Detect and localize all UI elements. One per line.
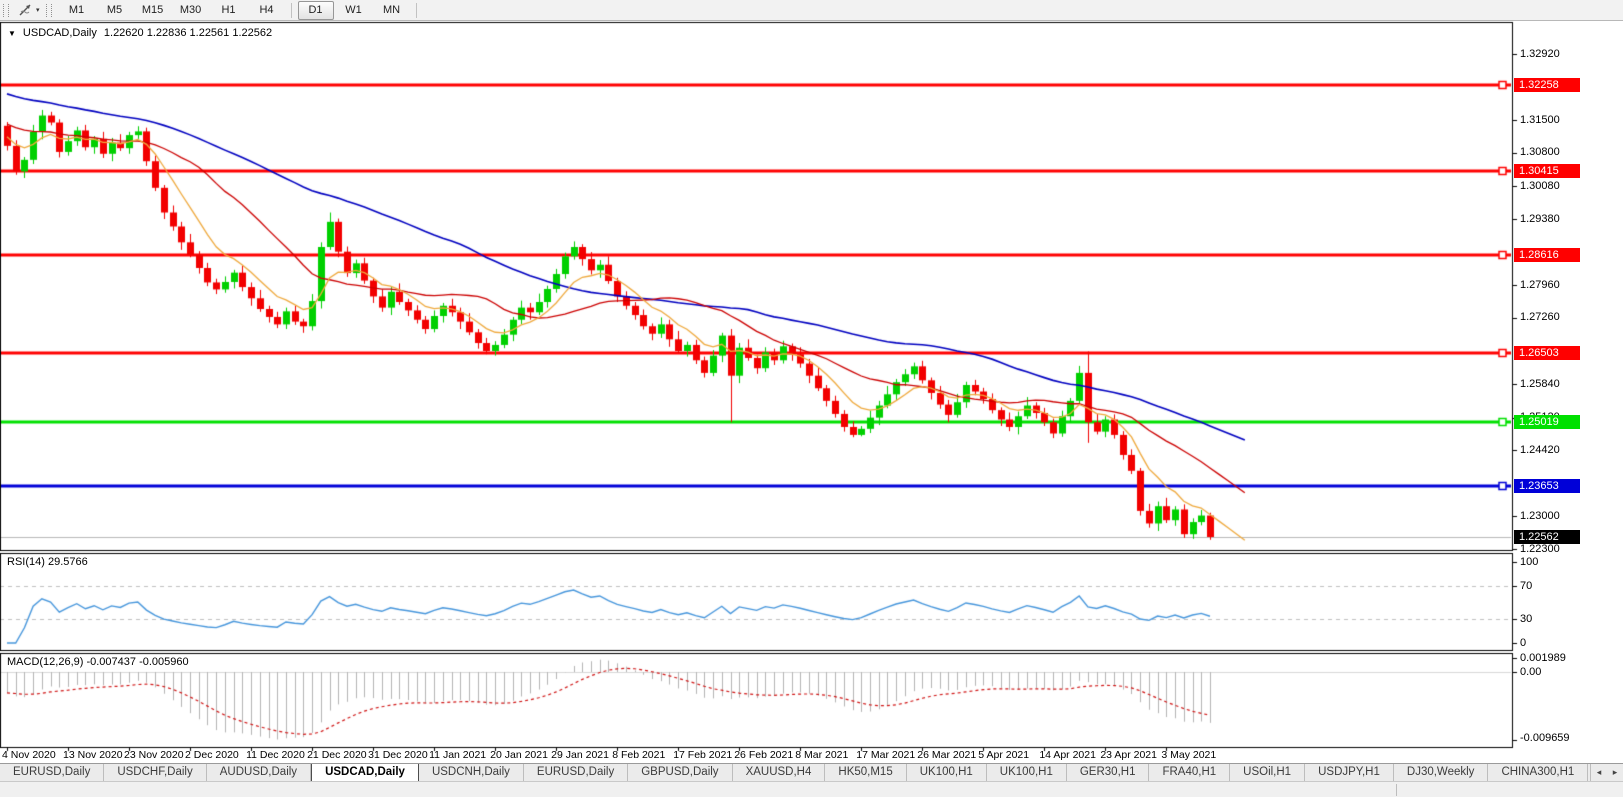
chart-tab-audusd-daily[interactable]: AUDUSD,Daily [207,764,312,781]
date-tick-label: 26 Mar 2021 [917,749,977,761]
chart-window-title: ▼ USDCAD,Daily 1.22620 1.22836 1.22561 1… [8,27,272,39]
timeframe-button-m15[interactable]: M15 [135,1,171,20]
rsi-scale-label: 30 [1520,612,1533,625]
chart-tab-usoil-h1[interactable]: USOil,H1 [1230,764,1306,781]
chart-tab-uk100-h1[interactable]: UK100,H1 [987,764,1067,781]
status-bar-divider [1396,784,1397,796]
chart-tab-hk50-m15[interactable]: HK50,M15 [825,764,907,781]
price-axis[interactable]: 1.32920 1.31500 1.30800 1.30080 1.29380 1.279… [1513,0,1623,762]
price-tick-label: 1.30800 [1520,146,1560,159]
date-tick-label: 13 Nov 2020 [63,749,123,761]
date-tick-label: 23 Nov 2020 [124,749,184,761]
price-level-label[interactable]: 1.25019 [1514,415,1580,430]
price-tick-label: 1.27260 [1520,311,1560,324]
cursor-tool-icon [19,4,31,16]
chart-tab-usdcnh-daily[interactable]: USDCNH,Daily [419,764,524,781]
date-tick-label: 14 Apr 2021 [1039,749,1096,761]
chart-tab-gbpusd-daily[interactable]: GBPUSD,Daily [628,764,733,781]
current-price-label: 1.22562 [1514,529,1580,544]
chart-tab-ger30-h1[interactable]: GER30,H1 [1067,764,1150,781]
timeframe-button-m5[interactable]: M5 [97,1,133,20]
toolbar: ▾ M1 M5 M15 M30 H1 H4 D1 W1 MN [0,0,1623,21]
price-tick-label: 1.24420 [1520,443,1560,456]
chart-tab-xauusd-h4[interactable]: XAUUSD,H4 [733,764,826,781]
date-tick-label: 3 May 2021 [1161,749,1217,761]
price-tick-label: 1.29380 [1520,212,1560,225]
cursor-tool-button[interactable]: ▾ [15,2,43,18]
rsi-scale-label: 70 [1520,580,1533,593]
timeframe-button-d1[interactable]: D1 [297,0,334,20]
toolbar-separator [290,2,292,18]
chart-tab-bar: EURUSD,Daily USDCHF,Daily AUDUSD,Daily USDC… [0,763,1623,781]
toolbar-separator [415,2,417,18]
date-tick-label: 31 Dec 2020 [368,749,428,761]
price-tick-label: 1.32920 [1520,47,1560,60]
date-tick-label: 8 Feb 2021 [612,749,666,761]
date-tick-label: 4 Nov 2020 [2,749,56,761]
date-tick-label: 29 Jan 2021 [551,749,609,761]
rsi-indicator-label: RSI(14) 29.5766 [7,556,88,568]
rsi-scale-label: 100 [1520,556,1539,568]
price-tick-label: 1.25840 [1520,377,1560,390]
price-tick-label: 1.30080 [1520,179,1560,192]
timeframe-button-mn[interactable]: MN [374,1,410,20]
macd-scale-label: 0.00 [1520,666,1542,678]
timeframe-button-w1[interactable]: W1 [336,1,372,20]
chart-tab-china300-h1[interactable]: CHINA300,H1 [1488,764,1589,781]
toolbar-grip[interactable] [45,3,52,17]
date-tick-label: 21 Dec 2020 [307,749,367,761]
chart-symbol-label: USDCAD,Daily [22,27,97,39]
tab-scroll-arrows: ◂ ▸ [1590,764,1623,781]
date-tick-label: 17 Feb 2021 [673,749,733,761]
price-tick-label: 1.31500 [1520,113,1560,126]
timeframe-button-h1[interactable]: H1 [211,1,247,20]
chart-tab-usdjpy-h1[interactable]: USDJPY,H1 [1305,764,1394,781]
date-tick-label: 26 Feb 2021 [734,749,794,761]
chart-tab-usdchf-daily[interactable]: USDCHF,Daily [104,764,207,781]
timeframe-button-m30[interactable]: M30 [173,1,209,20]
toolbar-grip[interactable] [3,3,9,17]
chart-tab-strip: EURUSD,Daily USDCHF,Daily AUDUSD,Daily USDC… [0,764,1590,781]
date-tick-label: 2 Dec 2020 [185,749,239,761]
date-tick-label: 11 Dec 2020 [246,749,305,761]
status-bar [0,781,1623,797]
macd-indicator-label: MACD(12,26,9) -0.007437 -0.005960 [7,656,189,668]
tab-scroll-left-button[interactable]: ◂ [1591,764,1607,781]
date-tick-label: 11 Jan 2021 [429,749,487,761]
price-level-label[interactable]: 1.32258 [1514,77,1580,92]
timeframe-button-group: M1 M5 M15 M30 H1 H4 D1 W1 MN [58,0,411,20]
date-tick-label: 20 Jan 2021 [490,749,548,761]
date-tick-label: 8 Mar 2021 [795,749,849,761]
price-tick-label: 1.27960 [1520,278,1560,291]
chart-tab-fra40-h1[interactable]: FRA40,H1 [1149,764,1231,781]
collapse-indicator-icon[interactable]: ▼ [8,29,16,38]
chart-tab-dj30-weekly[interactable]: DJ30,Weekly [1394,764,1489,781]
date-axis[interactable]: 4 Nov 2020 13 Nov 2020 23 Nov 2020 2 Dec 20… [0,749,1513,763]
macd-scale-label: 0.001989 [1520,651,1566,664]
date-tick-label: 23 Apr 2021 [1100,749,1157,761]
chart-tab-usdcad-daily[interactable]: USDCAD,Daily [311,764,419,781]
timeframe-button-m1[interactable]: M1 [59,1,95,20]
tab-scroll-right-button[interactable]: ▸ [1607,764,1623,781]
chart-tab-uk100-h1[interactable]: UK100,H1 [907,764,987,781]
chevron-down-icon: ▾ [36,7,40,14]
price-level-label[interactable]: 1.23653 [1514,479,1580,494]
chart-tab-eurusd-daily[interactable]: EURUSD,Daily [524,764,629,781]
price-level-label[interactable]: 1.28616 [1514,247,1580,262]
price-tick-label: 1.22300 [1520,542,1560,555]
price-tick-label: 1.23000 [1520,509,1560,522]
macd-scale-label: -0.009659 [1520,732,1570,744]
chart-canvas[interactable] [0,0,1623,797]
timeframe-button-h4[interactable]: H4 [249,1,285,20]
price-level-label[interactable]: 1.30415 [1514,163,1580,178]
price-level-label[interactable]: 1.26503 [1514,346,1580,361]
date-tick-label: 17 Mar 2021 [856,749,916,761]
rsi-scale-label: 0 [1520,637,1527,649]
date-tick-label: 5 Apr 2021 [978,749,1030,761]
chart-ohlc-values: 1.22620 1.22836 1.22561 1.22562 [103,27,273,39]
chart-tab-eurusd-daily[interactable]: EURUSD,Daily [0,764,105,781]
